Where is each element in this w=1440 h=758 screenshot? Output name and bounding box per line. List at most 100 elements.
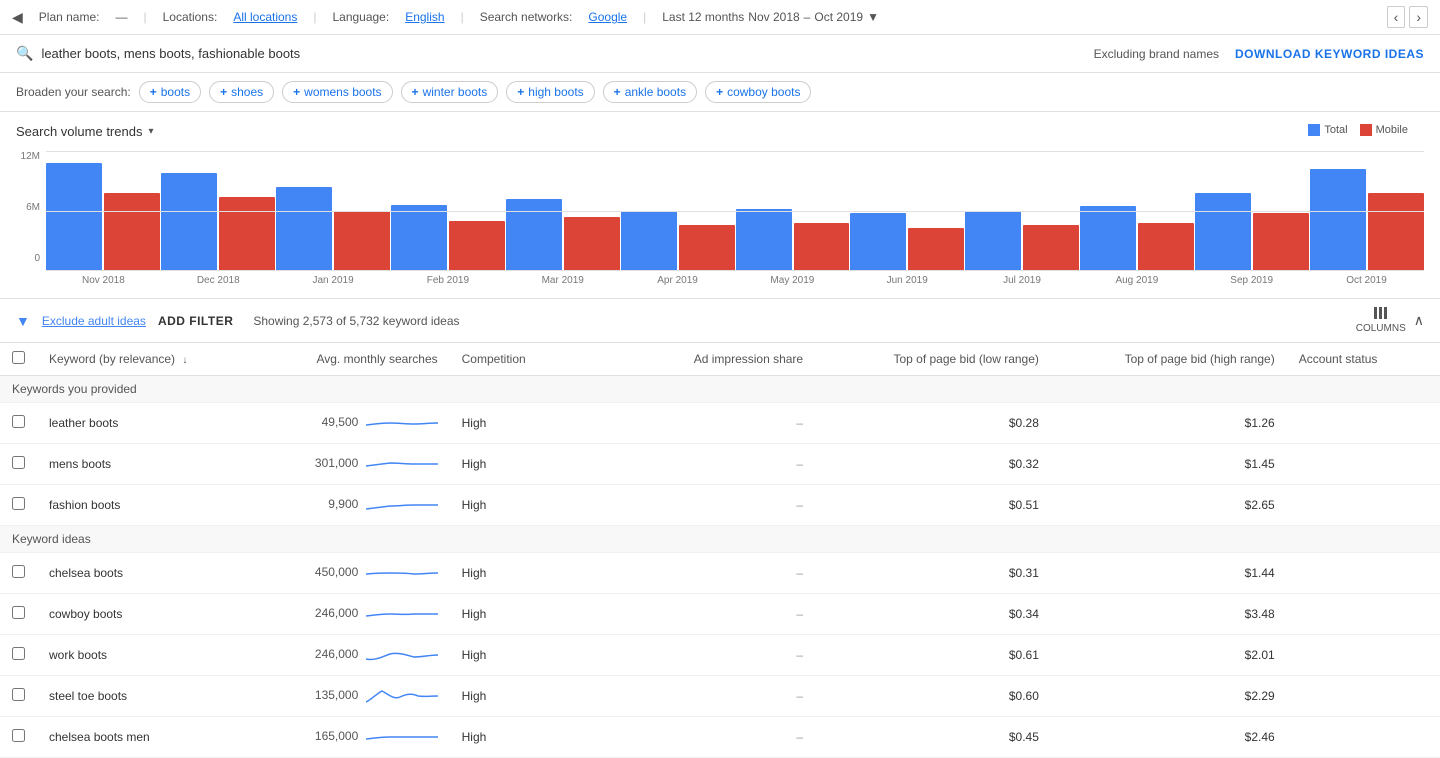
row-checkbox-cell[interactable] xyxy=(0,717,37,758)
section-header-row: Keyword ideas xyxy=(0,526,1440,553)
row-checkbox[interactable] xyxy=(12,606,25,619)
broaden-tag-label: cowboy boots xyxy=(727,85,800,99)
broaden-tag-winterboots[interactable]: +winter boots xyxy=(401,81,499,103)
header-account-status[interactable]: Account status xyxy=(1287,343,1440,376)
broaden-tag-highboots[interactable]: +high boots xyxy=(506,81,594,103)
chart-dropdown-icon[interactable]: ▾ xyxy=(148,126,153,137)
date-dropdown-icon[interactable]: ▼ xyxy=(867,10,879,24)
row-checkbox-cell[interactable] xyxy=(0,485,37,526)
row-bid-high: $2.65 xyxy=(1051,485,1287,526)
filter-funnel-icon: ▼ xyxy=(16,313,30,329)
row-bid-high: $2.01 xyxy=(1051,635,1287,676)
row-avg-monthly: 49,500 xyxy=(273,403,450,444)
row-account-status xyxy=(1287,717,1440,758)
broaden-tag-label: high boots xyxy=(528,85,583,99)
table-container: Keyword (by relevance) ↓ Avg. monthly se… xyxy=(0,343,1440,758)
columns-button[interactable]: COLUMNS xyxy=(1356,307,1406,334)
row-checkbox[interactable] xyxy=(12,647,25,660)
date-range[interactable]: Last 12 months Nov 2018 – Oct 2019 ▼ xyxy=(662,10,879,24)
search-networks-value: Google xyxy=(588,10,627,24)
row-checkbox[interactable] xyxy=(12,565,25,578)
row-checkbox-cell[interactable] xyxy=(0,553,37,594)
grid-lines xyxy=(46,151,1424,271)
x-axis: Nov 2018Dec 2018Jan 2019Feb 2019Mar 2019… xyxy=(46,275,1424,286)
header-competition[interactable]: Competition xyxy=(450,343,603,376)
row-checkbox-cell[interactable] xyxy=(0,444,37,485)
collapse-button[interactable]: ∧ xyxy=(1414,312,1424,329)
download-keyword-ideas-button[interactable]: DOWNLOAD KEYWORD IDEAS xyxy=(1235,47,1424,61)
table-row: fashion boots 9,900 High – $0.51 $2.65 xyxy=(0,485,1440,526)
row-ad-impression: – xyxy=(603,553,815,594)
header-bid-high[interactable]: Top of page bid (high range) xyxy=(1051,343,1287,376)
separator4: | xyxy=(643,10,646,24)
legend-total-box xyxy=(1308,124,1320,136)
table-row: mens boots 301,000 High – $0.32 $1.45 xyxy=(0,444,1440,485)
broaden-tag-ankleboots[interactable]: +ankle boots xyxy=(603,81,697,103)
broaden-search-bar: Broaden your search: +boots +shoes +wome… xyxy=(0,73,1440,112)
row-checkbox-cell[interactable] xyxy=(0,676,37,717)
row-ad-impression: – xyxy=(603,717,815,758)
sort-icon[interactable]: ↓ xyxy=(182,355,187,366)
row-competition: High xyxy=(450,594,603,635)
back-arrow[interactable]: ◀ xyxy=(12,9,23,26)
header-keyword[interactable]: Keyword (by relevance) ↓ xyxy=(37,343,273,376)
broaden-tag-label: womens boots xyxy=(304,85,381,99)
row-checkbox[interactable] xyxy=(12,456,25,469)
table-row: steel toe boots 135,000 High – $0.60 $2.… xyxy=(0,676,1440,717)
header-avg-label: Avg. monthly searches xyxy=(316,352,437,366)
search-input[interactable] xyxy=(41,46,1093,61)
locations-label: Locations: xyxy=(163,10,218,24)
row-bid-low: $0.61 xyxy=(815,635,1051,676)
header-keyword-label: Keyword (by relevance) xyxy=(49,352,175,366)
x-label-2: Jan 2019 xyxy=(276,275,391,286)
row-keyword: leather boots xyxy=(37,403,273,444)
search-icon: 🔍 xyxy=(16,45,33,62)
search-networks-label: Search networks: xyxy=(480,10,573,24)
row-competition: High xyxy=(450,444,603,485)
next-period-button[interactable]: › xyxy=(1409,6,1428,28)
table-row: cowboy boots 246,000 High – $0.34 $3.48 xyxy=(0,594,1440,635)
row-checkbox-cell[interactable] xyxy=(0,635,37,676)
row-account-status xyxy=(1287,676,1440,717)
row-bid-high: $2.46 xyxy=(1051,717,1287,758)
row-checkbox[interactable] xyxy=(12,415,25,428)
row-bid-low: $0.60 xyxy=(815,676,1051,717)
broaden-tag-shoes[interactable]: +shoes xyxy=(209,81,274,103)
broaden-tag-cowboyboots[interactable]: +cowboy boots xyxy=(705,81,811,103)
broaden-tag-boots[interactable]: +boots xyxy=(139,81,201,103)
locations-value: All locations xyxy=(233,10,297,24)
header-ad-impression[interactable]: Ad impression share xyxy=(603,343,815,376)
row-ad-impression: – xyxy=(603,676,815,717)
row-keyword: work boots xyxy=(37,635,273,676)
sparkline-chart xyxy=(366,725,438,749)
sparkline-chart xyxy=(366,643,438,667)
chart-title[interactable]: Search volume trends ▾ xyxy=(16,124,1424,139)
prev-period-button[interactable]: ‹ xyxy=(1387,6,1406,28)
section-label: Keywords you provided xyxy=(0,376,1440,403)
row-checkbox[interactable] xyxy=(12,688,25,701)
header-select-all[interactable] xyxy=(0,343,37,376)
exclude-adult-ideas-button[interactable]: Exclude adult ideas xyxy=(42,314,146,328)
sparkline-chart xyxy=(366,493,438,517)
separator2: | xyxy=(313,10,316,24)
legend-total-label: Total xyxy=(1324,124,1347,136)
row-ad-impression: – xyxy=(603,594,815,635)
row-bid-low: $0.45 xyxy=(815,717,1051,758)
header-bid-low[interactable]: Top of page bid (low range) xyxy=(815,343,1051,376)
broaden-tag-womensboots[interactable]: +womens boots xyxy=(282,81,392,103)
row-checkbox[interactable] xyxy=(12,497,25,510)
header-ad-impression-label: Ad impression share xyxy=(694,352,803,366)
x-label-6: May 2019 xyxy=(735,275,850,286)
select-all-checkbox[interactable] xyxy=(12,351,25,364)
table-header: Keyword (by relevance) ↓ Avg. monthly se… xyxy=(0,343,1440,376)
row-checkbox-cell[interactable] xyxy=(0,594,37,635)
plan-name-label: Plan name: xyxy=(39,10,100,24)
row-competition: High xyxy=(450,676,603,717)
row-ad-impression: – xyxy=(603,485,815,526)
header-avg-monthly[interactable]: Avg. monthly searches xyxy=(273,343,450,376)
date-to: Oct 2019 xyxy=(814,10,863,24)
add-filter-button[interactable]: ADD FILTER xyxy=(158,314,233,328)
x-label-1: Dec 2018 xyxy=(161,275,276,286)
search-bar: 🔍 Excluding brand names DOWNLOAD KEYWORD… xyxy=(0,35,1440,73)
row-checkbox-cell[interactable] xyxy=(0,403,37,444)
